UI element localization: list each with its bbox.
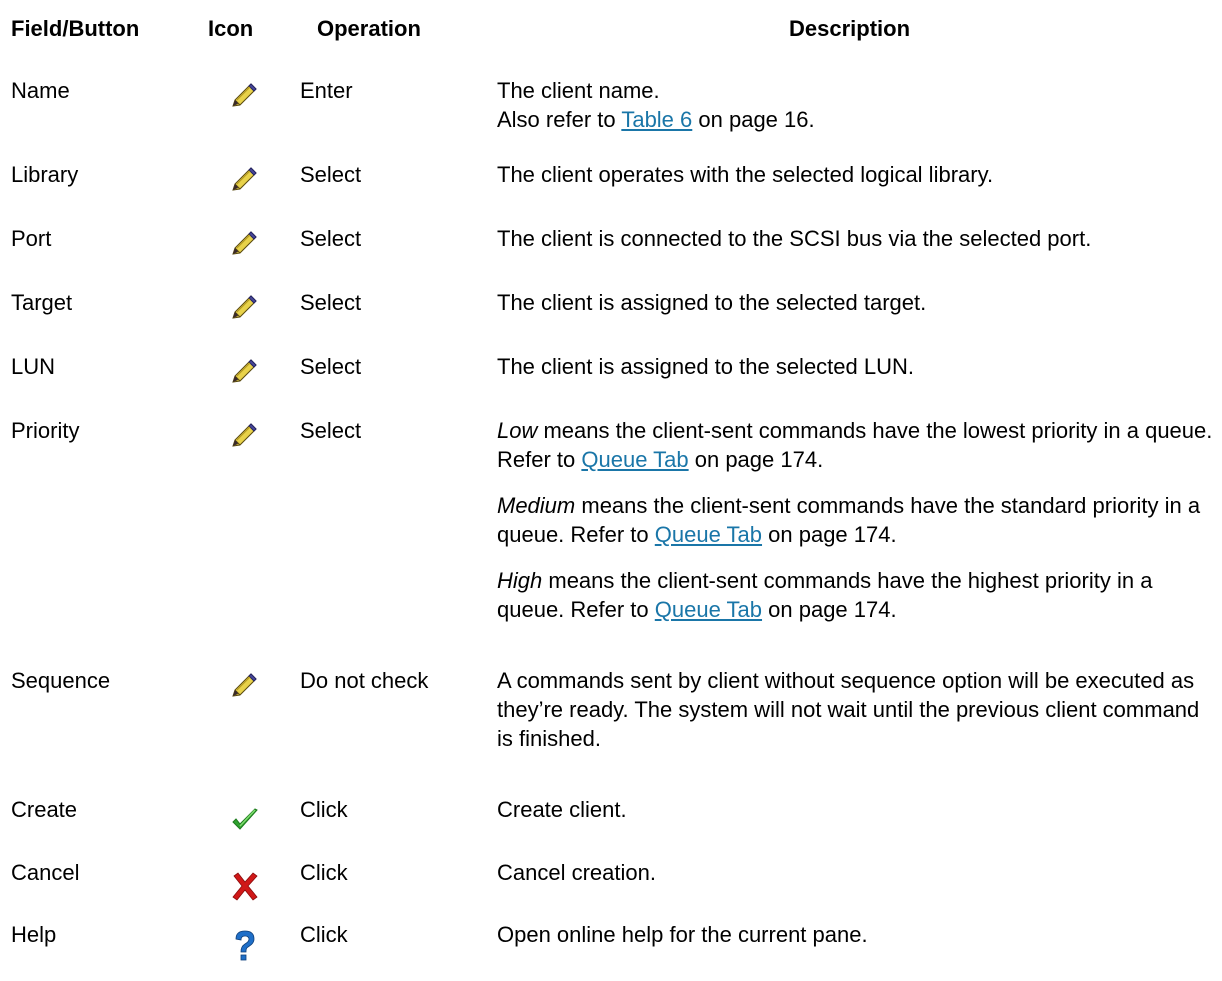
row-operation: Select [300, 290, 362, 315]
row-description: Low means the client-sent commands have … [497, 416, 1217, 624]
description-text: on page 16. [692, 107, 815, 132]
row-field-cancel: Cancel [11, 860, 80, 885]
table-6-link[interactable]: Table 6 [621, 107, 692, 132]
queue-tab-link[interactable]: Queue Tab [655, 597, 762, 622]
checkmark-icon [229, 805, 265, 841]
row-field-name: Name [11, 78, 70, 103]
row-description: The client is connected to the SCSI bus … [497, 226, 1092, 251]
pencil-icon [229, 420, 265, 456]
question-mark-icon [229, 930, 265, 966]
row-field-sequence: Sequence [11, 668, 111, 693]
row-operation: Enter [300, 78, 353, 103]
description-line: Also refer to Table 6 on page 16. [497, 105, 1217, 134]
row-description: Create client. [497, 797, 627, 822]
priority-level-high: High [497, 568, 543, 593]
row-description: The client is assigned to the selected t… [497, 290, 927, 315]
pencil-icon [229, 80, 265, 116]
row-field-port: Port [11, 226, 52, 251]
pencil-icon [229, 164, 265, 200]
description-text: Also refer to [497, 107, 622, 132]
row-operation: Click [300, 860, 348, 885]
priority-level-low: Low [497, 418, 538, 443]
row-operation: Select [300, 354, 362, 379]
priority-low-paragraph: Low means the client-sent commands have … [497, 416, 1217, 474]
row-operation: Click [300, 797, 348, 822]
header-description: Description [789, 16, 911, 41]
row-description: The client name. Also refer to Table 6 o… [497, 76, 1217, 134]
description-line: The client name. [497, 78, 660, 103]
priority-medium-paragraph: Medium means the client-sent commands ha… [497, 491, 1217, 549]
row-field-create: Create [11, 797, 78, 822]
row-description: The client operates with the selected lo… [497, 162, 994, 187]
description-text: on page 174. [762, 597, 897, 622]
row-operation: Select [300, 418, 362, 443]
row-description: The client is assigned to the selected L… [497, 354, 915, 379]
row-field-priority: Priority [11, 418, 80, 443]
header-operation: Operation [317, 16, 421, 41]
row-field-target: Target [11, 290, 73, 315]
row-operation: Do not check [300, 668, 429, 693]
row-field-lun: LUN [11, 354, 56, 379]
queue-tab-link[interactable]: Queue Tab [581, 447, 688, 472]
priority-high-paragraph: High means the client-sent commands have… [497, 566, 1217, 624]
queue-tab-link[interactable]: Queue Tab [655, 522, 762, 547]
row-field-help: Help [11, 922, 57, 947]
row-operation: Select [300, 162, 362, 187]
header-field-button: Field/Button [11, 16, 140, 41]
header-icon: Icon [208, 16, 254, 41]
pencil-icon [229, 356, 265, 392]
description-text: on page 174. [762, 522, 897, 547]
description-text: on page 174. [688, 447, 824, 472]
priority-level-medium: Medium [497, 493, 576, 518]
row-operation: Click [300, 922, 348, 947]
row-description: Open online help for the current pane. [497, 922, 868, 947]
red-x-icon [229, 870, 265, 906]
row-operation: Select [300, 226, 362, 251]
pencil-icon [229, 228, 265, 264]
pencil-icon [229, 292, 265, 328]
pencil-icon [229, 670, 265, 706]
row-field-library: Library [11, 162, 79, 187]
row-description: A commands sent by client without sequen… [497, 668, 1200, 751]
row-description: Cancel creation. [497, 860, 656, 885]
